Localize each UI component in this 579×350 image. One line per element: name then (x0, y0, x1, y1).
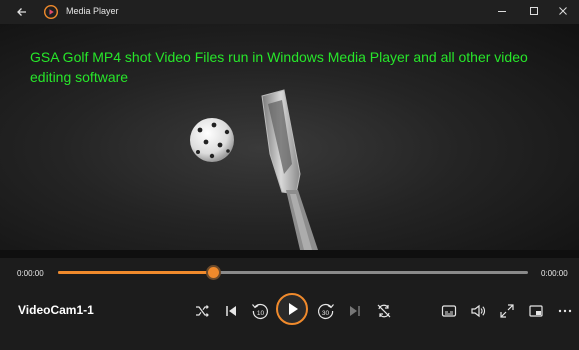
media-player-logo-icon (44, 5, 58, 19)
play-button[interactable] (276, 293, 308, 325)
video-viewport[interactable]: GSA Golf MP4 shot Video Files run in Win… (0, 24, 579, 250)
now-playing-title: VideoCam1-1 (18, 303, 94, 317)
seek-bar[interactable] (58, 267, 528, 278)
golf-ball (190, 118, 234, 162)
skip-back-seconds: 10 (257, 310, 265, 317)
volume-icon[interactable] (469, 302, 487, 320)
previous-icon[interactable] (222, 302, 240, 320)
skip-forward-seconds: 30 (322, 310, 330, 317)
play-icon (289, 303, 298, 315)
elapsed-time: 0:00:00 (17, 269, 44, 278)
playback-controls: 0:00:00 0:00:00 VideoCam1-1 10 30 (0, 258, 579, 350)
back-arrow-icon[interactable] (14, 4, 30, 20)
maximize-icon[interactable] (527, 4, 541, 18)
window-title: Media Player (66, 6, 119, 16)
seek-bar-progress (58, 271, 214, 274)
minimize-icon[interactable] (495, 4, 509, 18)
repeat-off-icon[interactable] (375, 302, 393, 320)
video-divider (0, 250, 579, 258)
remaining-time: 0:00:00 (541, 269, 568, 278)
golf-club-head (261, 89, 318, 250)
skip-forward-icon[interactable]: 30 (316, 301, 336, 321)
shuffle-icon[interactable] (193, 302, 211, 320)
skip-back-icon[interactable]: 10 (250, 301, 270, 321)
title-bar: Media Player (0, 0, 579, 24)
mini-player-icon[interactable] (527, 302, 545, 320)
subtitles-icon[interactable] (440, 302, 458, 320)
seek-bar-handle[interactable] (208, 267, 220, 278)
next-icon[interactable] (346, 302, 364, 320)
video-caption: GSA Golf MP4 shot Video Files run in Win… (30, 49, 528, 85)
fullscreen-icon[interactable] (498, 302, 516, 320)
more-options-icon[interactable] (556, 302, 574, 320)
close-icon[interactable] (556, 4, 570, 18)
